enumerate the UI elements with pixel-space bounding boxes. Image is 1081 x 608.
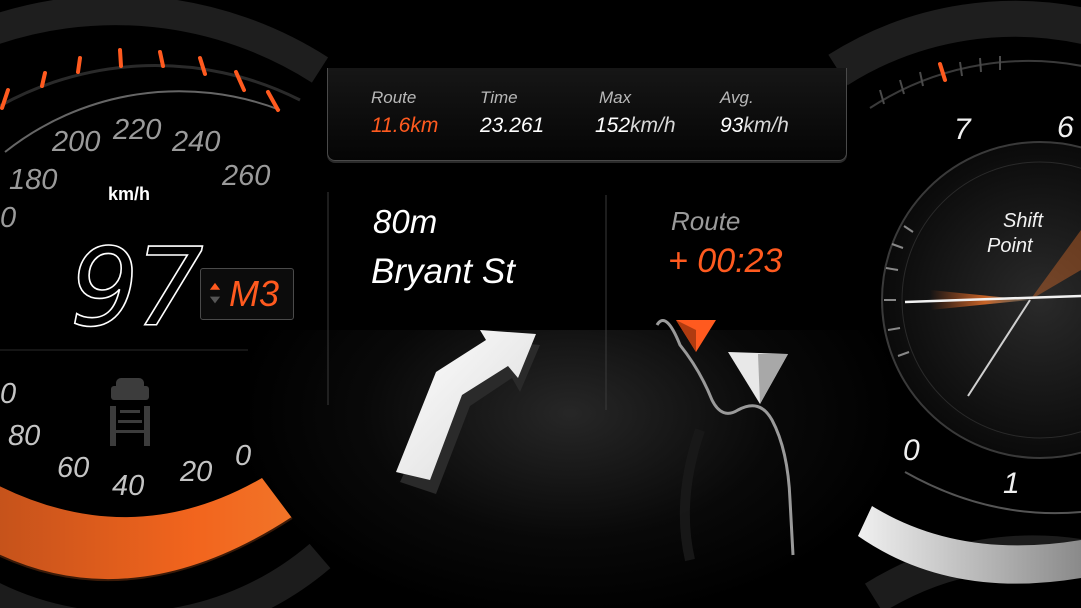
speed-scale-label: 0 <box>0 202 17 234</box>
trip-route-value: 11.6km <box>371 114 439 137</box>
trip-avg-number: 93 <box>720 114 744 137</box>
shift-point-label-line2: Point <box>987 235 1033 257</box>
speed-scale-label: 180 <box>9 164 58 196</box>
turn-arrow-icon <box>396 330 540 494</box>
trip-max-unit: km/h <box>630 114 676 137</box>
speed-scale-label: 240 <box>172 126 221 158</box>
trip-route: Route 11.6km <box>371 88 438 138</box>
trip-time: Time 23.261 <box>480 88 544 138</box>
rpm-scale-label: 6 <box>1057 111 1074 144</box>
speed-scale-label: 0 <box>0 378 17 410</box>
trip-max-value: 152km/h <box>595 114 676 138</box>
speed-scale-label: 220 <box>113 114 162 146</box>
rpm-scale-label: 1 <box>1003 467 1020 500</box>
navigation-pointer-icon <box>728 352 788 404</box>
speed-scale-label: 20 <box>180 456 213 488</box>
rpm-scale-label: 7 <box>954 113 971 146</box>
gear-value: M3 <box>229 273 280 314</box>
trip-max-number: 152 <box>595 114 631 137</box>
speed-scale-label: 200 <box>52 126 101 158</box>
speed-scale-label: 0 <box>235 440 252 472</box>
trip-computer-panel: Route 11.6km Time 23.261 Max 152km/h Avg… <box>327 68 847 161</box>
speed-scale-label: 260 <box>222 160 271 192</box>
trip-avg-label: Avg. <box>720 88 754 107</box>
gear-shift-arrows-icon <box>209 282 221 304</box>
trip-avg-value: 93km/h <box>720 114 789 138</box>
tachometer-dial <box>828 0 1081 608</box>
route-time-delta: + 00:23 <box>668 242 783 280</box>
speed-scale-label: 40 <box>112 470 145 502</box>
trip-time-label: Time <box>480 88 518 107</box>
current-speed: 97 <box>69 225 204 352</box>
instrument-cluster: Route 11.6km Time 23.261 Max 152km/h Avg… <box>0 0 1081 608</box>
trip-max-label: Max <box>599 88 632 107</box>
trip-max: Max 152km/h <box>595 88 676 138</box>
nav-street-name: Bryant St <box>371 252 515 291</box>
lane-assist-car-icon <box>110 378 150 446</box>
shift-point-label-line1: Shift <box>1003 210 1044 232</box>
trip-avg: Avg. 93km/h <box>720 88 789 138</box>
speed-scale-label: 80 <box>8 420 41 452</box>
route-label: Route <box>671 206 741 236</box>
nav-distance: 80m <box>373 203 438 240</box>
trip-avg-unit: km/h <box>743 114 789 137</box>
speed-scale-label: 60 <box>57 452 90 484</box>
trip-time-value: 23.261 <box>480 114 545 137</box>
speed-unit: km/h <box>108 184 151 204</box>
trip-route-label: Route <box>371 88 417 107</box>
rpm-scale-label: 0 <box>903 434 920 467</box>
gear-indicator: M3 <box>200 268 294 320</box>
